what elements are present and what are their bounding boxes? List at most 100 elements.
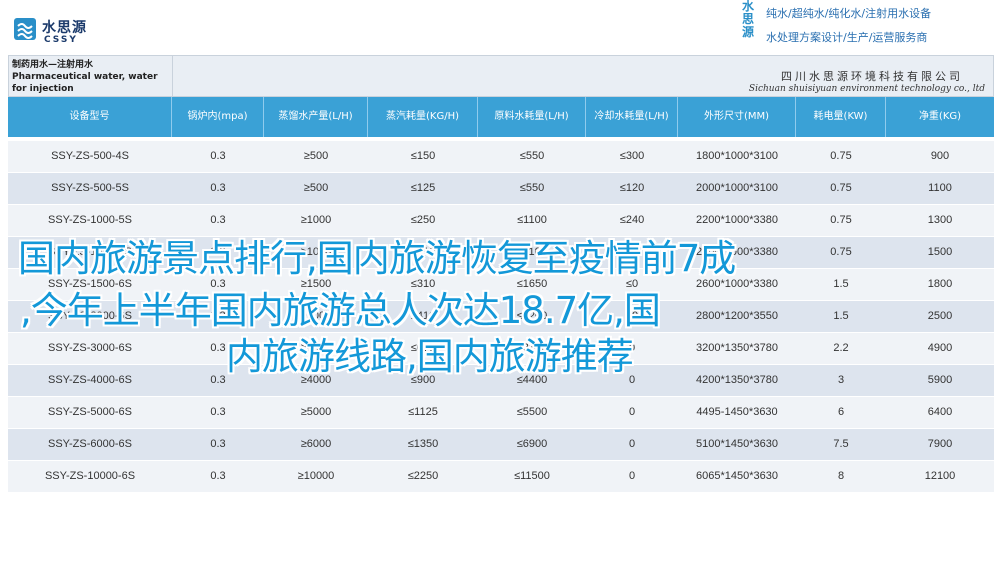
cell-model: SSY-ZS-6000-6S	[48, 438, 132, 450]
logo-english-name: CSSY	[44, 35, 78, 45]
cell-weight: 1100	[928, 182, 952, 194]
cell-power: 6	[837, 406, 845, 418]
cell-pressure: 0.3	[210, 150, 226, 162]
column-header-weight: 净重(KG)	[918, 111, 962, 122]
cell-dimensions: 2000*1000*3100	[696, 182, 778, 194]
cell-output: ≥1000	[300, 214, 332, 226]
cell-pressure: 0.3	[210, 470, 226, 482]
cell-cooling-water: ≤0	[625, 310, 639, 322]
cell-dimensions: 2400*1000*3380	[696, 246, 778, 258]
cell-steam: ≤675	[410, 342, 436, 354]
cell-cooling-water: ≤0	[625, 278, 639, 290]
table-title: 制药用水—注射用水 Pharmaceutical water, water fo…	[9, 56, 173, 98]
cell-cooling-water: 0	[628, 438, 636, 450]
cell-dimensions: 6065*1450*3630	[696, 470, 778, 482]
table-row: SSY-ZS-4000-6S 0.3 ≥4000 ≤900 ≤4400 0 42…	[8, 365, 994, 396]
brand-vertical-name: 水思源	[741, 0, 754, 39]
brand-slogan: 水思源 纯水/超纯水/纯化水/注射用水设备 水处理方案设计/生产/运营服务商	[738, 0, 1000, 50]
cell-model: SSY-ZS-3000-6S	[48, 342, 132, 354]
cell-weight: 6400	[927, 406, 953, 418]
cell-model: SSY-ZS-500-5S	[51, 182, 129, 194]
cell-steam: ≤1350	[407, 438, 439, 450]
cell-pressure: 0.3	[210, 182, 226, 194]
cell-output: ≥10000	[297, 470, 335, 482]
cell-weight: 5900	[927, 374, 953, 386]
cell-pressure: 0.3	[210, 438, 226, 450]
cell-power: 0.75	[830, 214, 852, 226]
cell-power: 0.75	[830, 150, 852, 162]
cell-power: 8	[837, 470, 845, 482]
cell-dimensions: 2600*1000*3380	[696, 278, 778, 290]
cell-weight: 4900	[927, 342, 953, 354]
cell-output: ≥3000	[300, 342, 332, 354]
table-row: SSY-ZS-500-4S 0.3 ≥500 ≤150 ≤550 ≤300 18…	[8, 141, 994, 172]
cell-power: 1.5	[833, 310, 849, 322]
cell-cooling-water: ≤0	[625, 246, 639, 258]
table-header-row: 设备型号 锅炉内(mpa) 蒸馏水产量(L/H) 蒸汽耗量(KG/H) 原料水耗…	[8, 97, 994, 137]
cell-power: 3	[837, 374, 845, 386]
cell-raw-water: ≤1650	[516, 278, 548, 290]
cell-power: 7.5	[833, 438, 849, 450]
spec-table: 制药用水—注射用水 Pharmaceutical water, water fo…	[8, 55, 994, 576]
cell-steam: ≤150	[410, 150, 436, 162]
cell-dimensions: 2800*1200*3550	[696, 310, 778, 322]
table-title-row: 制药用水—注射用水 Pharmaceutical water, water fo…	[8, 55, 994, 98]
cell-raw-water: ≤550	[519, 182, 545, 194]
cell-cooling-water: ≤240	[619, 214, 645, 226]
cell-output: ≥500	[303, 150, 329, 162]
cell-raw-water: ≤6900	[516, 438, 548, 450]
cell-steam: ≤210	[410, 246, 436, 258]
cell-dimensions: 5100*1450*3630	[696, 438, 778, 450]
table-row: SSY-ZS-1500-6S 0.3 ≥1500 ≤310 ≤1650 ≤0 2…	[8, 269, 994, 300]
table-row: SSY-ZS-6000-6S 0.3 ≥6000 ≤1350 ≤6900 0 5…	[8, 429, 994, 460]
cell-raw-water: ≤11500	[514, 470, 550, 482]
cell-model: SSY-ZS-1500-6S	[48, 278, 132, 290]
water-drop-logo-icon	[14, 18, 36, 40]
cell-weight: 900	[930, 150, 950, 162]
company-logo[interactable]: 水思源 CSSY	[14, 15, 104, 49]
cell-cooling-water: 0	[628, 374, 636, 386]
cell-raw-water: ≤1100	[517, 246, 547, 258]
cell-output: ≥1500	[300, 278, 332, 290]
cell-dimensions: 1800*1000*3100	[696, 150, 778, 162]
table-row: SSY-ZS-10000-6S 0.3 ≥10000 ≤2250 ≤11500 …	[8, 461, 994, 492]
cell-power: 2.2	[833, 342, 849, 354]
brand-slogan-line1: 纯水/超纯水/纯化水/注射用水设备	[766, 7, 932, 20]
cell-steam: ≤250	[410, 214, 436, 226]
cell-pressure: 0.3	[210, 406, 226, 418]
cell-pressure: 0.3	[210, 278, 226, 290]
cell-steam: ≤410	[410, 310, 436, 322]
table-row: SSY-ZS-500-5S 0.3 ≥500 ≤125 ≤550 ≤120 20…	[8, 173, 994, 204]
cell-cooling-water: 0	[628, 342, 636, 354]
cell-steam: ≤125	[410, 182, 436, 194]
cell-raw-water: ≤1100	[517, 214, 547, 226]
table-row: SSY-ZS-2000-6S 0.3 ≥2000 ≤410 ≤2200 ≤0 2…	[8, 301, 994, 332]
cell-output: ≥1000	[300, 246, 332, 258]
table-row: SSY-ZS-1000-5S 0.3 ≥1000 ≤250 ≤1100 ≤240…	[8, 205, 994, 236]
cell-cooling-water: 0	[628, 470, 636, 482]
cell-cooling-water: 0	[628, 406, 636, 418]
cell-weight: 1800	[927, 278, 953, 290]
cell-model: SSY-ZS-1000-6S	[48, 246, 132, 258]
cell-dimensions: 2200*1000*3380	[696, 214, 778, 226]
cell-model: SSY-ZS-4000-6S	[48, 374, 132, 386]
cell-output: ≥500	[303, 182, 329, 194]
cell-pressure: 0.3	[210, 214, 226, 226]
cell-output: ≥6000	[300, 438, 332, 450]
cell-model: SSY-ZS-5000-6S	[48, 406, 132, 418]
cell-dimensions: 4200*1350*3780	[696, 374, 778, 386]
cell-raw-water: ≤550	[519, 150, 545, 162]
cell-pressure: 0.3	[210, 342, 226, 354]
cell-weight: 2500	[927, 310, 953, 322]
cell-pressure: 0.3	[210, 246, 226, 258]
cell-model: SSY-ZS-10000-6S	[44, 470, 136, 482]
cell-output: ≥2000	[300, 310, 332, 322]
cell-pressure: 0.3	[210, 310, 226, 322]
column-header-raw-water: 原料水耗量(L/H)	[478, 97, 586, 137]
cell-power: 1.5	[833, 278, 849, 290]
table-row: SSY-ZS-5000-6S 0.3 ≥5000 ≤1125 ≤5500 0 4…	[8, 397, 994, 428]
column-header-power: 耗电量(KW)	[796, 97, 886, 137]
column-header-pressure: 锅炉内(mpa)	[172, 97, 264, 137]
cell-dimensions: 3200*1350*3780	[696, 342, 778, 354]
cell-cooling-water: ≤300	[619, 150, 645, 162]
